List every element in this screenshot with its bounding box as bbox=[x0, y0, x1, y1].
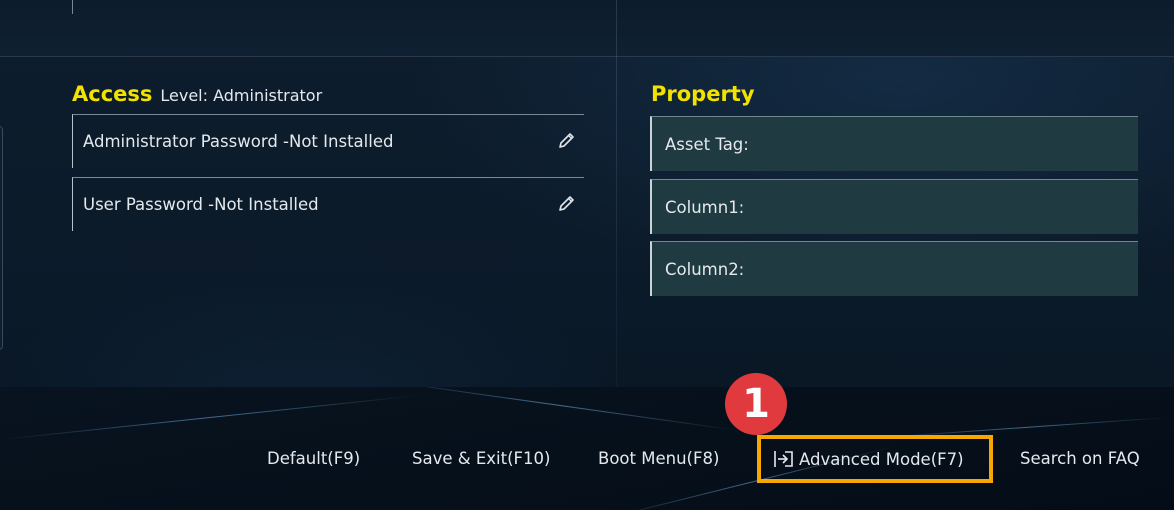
pencil-icon[interactable] bbox=[556, 194, 576, 214]
top-divider-line bbox=[72, 0, 73, 14]
top-column-divider bbox=[616, 0, 617, 57]
left-collapse-tab[interactable] bbox=[0, 126, 3, 350]
column-divider bbox=[616, 57, 617, 387]
top-panel-edge bbox=[0, 0, 1174, 57]
highlight-box bbox=[757, 435, 993, 483]
property-header: Property bbox=[651, 82, 755, 106]
user-password-label: User Password -Not Installed bbox=[83, 195, 319, 214]
asset-tag-field[interactable]: Asset Tag: bbox=[650, 116, 1138, 171]
property-title: Property bbox=[651, 82, 755, 106]
save-exit-button[interactable]: Save & Exit(F10) bbox=[412, 449, 550, 468]
column2-label: Column2: bbox=[665, 259, 745, 279]
step-badge: 1 bbox=[725, 373, 787, 435]
column2-field[interactable]: Column2: bbox=[650, 241, 1138, 296]
access-level: Level: Administrator bbox=[160, 86, 323, 105]
default-button[interactable]: Default(F9) bbox=[267, 449, 360, 468]
decor-streak bbox=[1, 395, 419, 440]
footer-bar: Default(F9) Save & Exit(F10) Boot Menu(F… bbox=[0, 387, 1174, 510]
boot-menu-button[interactable]: Boot Menu(F8) bbox=[598, 449, 719, 468]
user-password-row[interactable]: User Password -Not Installed bbox=[72, 177, 584, 231]
access-title: Access bbox=[72, 82, 153, 106]
asset-tag-label: Asset Tag: bbox=[665, 134, 749, 154]
pencil-icon[interactable] bbox=[556, 131, 576, 151]
access-header: Access Level: Administrator bbox=[72, 82, 322, 106]
admin-password-label: Administrator Password -Not Installed bbox=[83, 132, 394, 151]
admin-password-row[interactable]: Administrator Password -Not Installed bbox=[72, 114, 584, 168]
column1-label: Column1: bbox=[665, 197, 745, 217]
search-faq-button[interactable]: Search on FAQ bbox=[1020, 449, 1140, 468]
decor-streak bbox=[381, 387, 739, 432]
column1-field[interactable]: Column1: bbox=[650, 179, 1138, 234]
